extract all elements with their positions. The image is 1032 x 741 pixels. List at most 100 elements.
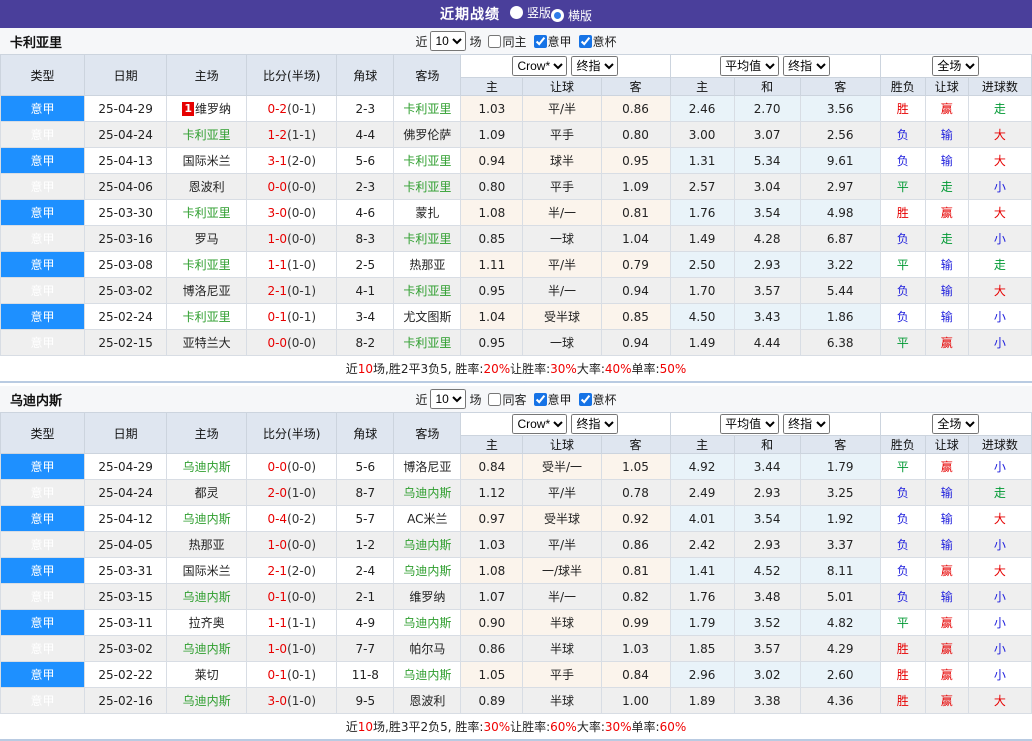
ah-line: 球半 (522, 147, 602, 174)
result-handicap: 赢 (924, 661, 969, 688)
eu-away-odds: 2.97 (799, 173, 881, 200)
layout-radio-vertical[interactable]: 竖版 (509, 4, 551, 21)
ah-away-odds: 0.99 (600, 609, 671, 636)
eu-draw-odds: 3.04 (733, 173, 801, 200)
scope-select[interactable]: 全场 (932, 56, 980, 76)
result-goals: 大 (967, 147, 1032, 174)
scope-select-group: 全场 (879, 412, 1032, 436)
ah-home-odds: 0.85 (460, 225, 524, 252)
date-cell: 25-02-24 (84, 303, 168, 330)
team-link: AC米兰 (407, 512, 448, 526)
ah-away-odds: 0.92 (600, 505, 671, 532)
eu-draw-odds: 5.34 (733, 147, 801, 174)
ah-odds-source-select[interactable]: Crow* (512, 56, 568, 76)
eu-odds-source-select[interactable]: 平均值 (720, 56, 780, 76)
team-link: 蒙扎 (415, 206, 440, 220)
eu-home-odds: 2.96 (669, 661, 735, 688)
table-row: 意甲 25-03-15 乌迪内斯 0-1(0-0) 2-1 维罗纳 1.07 半/一 0.82 1… (0, 583, 1032, 610)
radio-icon[interactable] (551, 9, 564, 22)
team-link: 卡利亚里 (403, 102, 452, 116)
eu-home-odds: 1.49 (669, 225, 735, 252)
league-cell: 意甲 (0, 635, 86, 662)
eu-home-odds: 2.46 (669, 95, 735, 122)
corner-cell: 7-7 (336, 635, 395, 662)
same-venue-checkbox[interactable] (488, 392, 502, 406)
team-link: 乌迪内斯 (182, 460, 231, 474)
result-handicap: 输 (924, 277, 969, 304)
eu-draw-odds: 3.48 (733, 583, 801, 610)
corner-cell: 4-1 (336, 277, 395, 304)
summary-segment: 让胜率: (510, 362, 551, 376)
date-cell: 25-04-05 (84, 531, 168, 558)
ah-home-odds: 1.04 (460, 303, 524, 330)
away-team-cell: 恩波利 (393, 687, 462, 714)
ah-odds-time-select[interactable]: 终指 (571, 56, 619, 76)
ah-line: 平手 (522, 121, 602, 148)
same-venue-checkbox[interactable] (488, 34, 502, 48)
match-count-select[interactable]: 10 (430, 389, 467, 409)
layout-radio-horizontal[interactable]: 横版 (551, 7, 592, 24)
score-cell: 0-2(0-1) (246, 95, 338, 122)
eu-home-odds: 1.76 (669, 583, 735, 610)
score-cell: 0-0(0-0) (246, 329, 338, 356)
eu-home-odds: 2.57 (669, 173, 735, 200)
table-row: 意甲 25-02-16 乌迪内斯 3-0(1-0) 9-5 恩波利 0.89 半球 1.00 1.… (0, 687, 1032, 714)
subcol-handicap-result: 让球 (924, 435, 969, 454)
eu-draw-odds: 2.93 (733, 251, 801, 278)
results-table: 类型 日期 主场 比分(半场) 角球 客场 Crow*终指 平均值终指 全场 (0, 54, 1032, 356)
eu-odds-source-select[interactable]: 平均值 (720, 414, 780, 434)
summary-segment: 30% (483, 719, 511, 734)
match-count-select[interactable]: 10 (430, 31, 467, 51)
scope-select[interactable]: 全场 (932, 414, 980, 434)
result-handicap: 赢 (924, 199, 969, 226)
league-checkbox[interactable] (533, 34, 547, 48)
result-handicap: 输 (924, 303, 969, 330)
ah-home-odds: 0.90 (460, 609, 524, 636)
result-handicap: 赢 (924, 635, 969, 662)
subcol-ah-home: 主 (460, 435, 524, 454)
eu-draw-odds: 3.07 (733, 121, 801, 148)
eu-draw-odds: 4.28 (733, 225, 801, 252)
eu-away-odds: 2.60 (799, 661, 881, 688)
team-link: 莱切 (194, 668, 219, 682)
summary-segment: 大率: (576, 362, 605, 376)
eu-draw-odds: 3.54 (733, 505, 801, 532)
ah-away-odds: 0.82 (600, 583, 671, 610)
eu-odds-time-select[interactable]: 终指 (783, 56, 831, 76)
summary-segment: 40% (604, 361, 632, 376)
ah-odds-source-select[interactable]: Crow* (512, 414, 568, 434)
score-cell: 2-1(2-0) (246, 557, 338, 584)
summary-segment: 10 (357, 361, 374, 376)
col-header-corner: 角球 (336, 54, 395, 96)
cup-checkbox[interactable] (578, 392, 592, 406)
league-checkbox[interactable] (533, 392, 547, 406)
col-header-date: 日期 (84, 412, 168, 454)
summary-segment: 60% (550, 719, 577, 734)
team-link: 卡利亚里 (182, 128, 231, 142)
ah-odds-select-group: Crow* 终指 (460, 412, 671, 436)
result-wdl: 平 (879, 453, 926, 480)
ah-odds-time-select[interactable]: 终指 (571, 414, 619, 434)
result-wdl: 平 (879, 173, 926, 200)
page-title: 近期战绩 (439, 7, 500, 23)
eu-draw-odds: 2.70 (733, 95, 801, 122)
eu-odds-time-select[interactable]: 终指 (783, 414, 831, 434)
summary-segment: 30% (550, 361, 577, 376)
home-team-cell: 卡利亚里 (166, 251, 248, 278)
team-link: 国际米兰 (182, 154, 231, 168)
away-team-cell: 卡利亚里 (393, 225, 462, 252)
corner-cell: 2-4 (336, 557, 395, 584)
cup-checkbox[interactable] (578, 34, 592, 48)
result-wdl: 负 (879, 121, 926, 148)
eu-away-odds: 3.22 (799, 251, 881, 278)
subcol-handicap-result: 让球 (924, 77, 969, 96)
summary-segment: 场,胜3平2负5, 胜率: (373, 720, 484, 734)
ah-home-odds: 1.03 (460, 531, 524, 558)
score-cell: 0-0(0-0) (246, 453, 338, 480)
games-label: 场 (469, 34, 482, 49)
ah-home-odds: 1.03 (460, 95, 524, 122)
ah-line: 半/一 (522, 199, 602, 226)
date-cell: 25-04-24 (84, 121, 168, 148)
result-handicap: 赢 (924, 557, 969, 584)
radio-icon[interactable] (509, 6, 523, 19)
